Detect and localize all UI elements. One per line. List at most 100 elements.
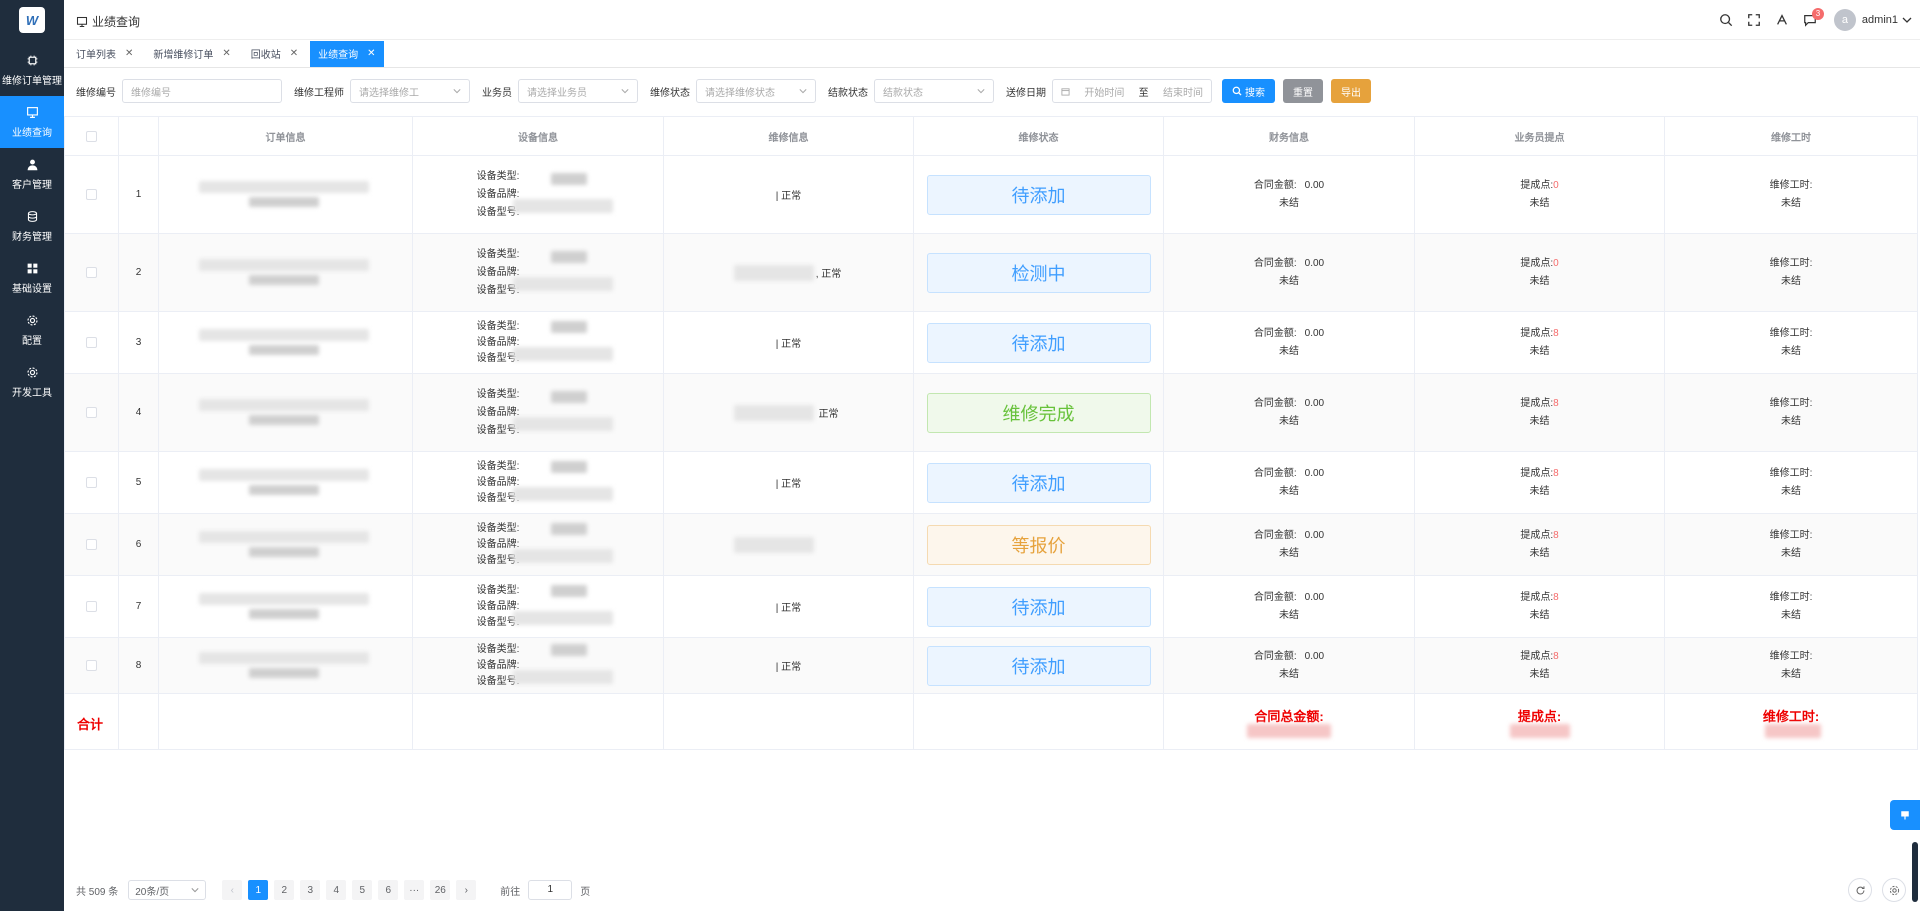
logo-letter: W [25, 12, 39, 28]
page-button[interactable]: 4 [326, 880, 347, 900]
tab-bar: 订单列表 ✕ 新增维修订单 ✕ 回收站 ✕ 业绩查询 ✕ [64, 40, 1920, 68]
repair-hours-cell: 维修工时: 未结 [1665, 452, 1918, 513]
repair-hours-label: 维修工时: [1769, 529, 1813, 541]
app-logo[interactable]: W [19, 7, 45, 33]
settle-status: 未结 [1279, 547, 1299, 559]
order-info-cell [159, 576, 413, 637]
sidebar-item-4[interactable]: 基础设置 [0, 252, 64, 304]
row-checkbox[interactable] [86, 267, 97, 278]
sidebar-item-5[interactable]: 配置 [0, 304, 64, 356]
row-checkbox[interactable] [86, 477, 97, 488]
page-button[interactable]: 26 [430, 880, 451, 900]
engineer-select[interactable]: 请选择维修工 [350, 79, 470, 103]
close-icon[interactable]: ✕ [290, 48, 298, 59]
column-settings-icon[interactable] [1882, 878, 1906, 902]
date-end[interactable]: 结束时间 [1163, 84, 1203, 99]
tab-0[interactable]: 订单列表 ✕ [68, 42, 141, 66]
sidebar-item-1[interactable]: 业绩查询 [0, 96, 64, 148]
scrollbar[interactable] [1912, 842, 1918, 902]
table-row[interactable]: 3 设备类型: 设备品牌: 设备型号: | 正常 待添加 合同金额: 0.00 未结 提成点:8 未… [64, 312, 1918, 374]
close-icon[interactable]: ✕ [367, 48, 375, 59]
row-checkbox[interactable] [86, 337, 97, 348]
date-start[interactable]: 开始时间 [1084, 84, 1124, 99]
table-row[interactable]: 5 设备类型: 设备品牌: 设备型号: | 正常 待添加 合同金额: 0.00 未结 提成点:8 未… [64, 452, 1918, 514]
next-page-button[interactable]: › [456, 880, 477, 900]
sidebar: W 维修订单管理 业绩查询 客户管理 财务管理 基础设置 配置 开发工具 [0, 0, 64, 911]
message-icon[interactable]: 3 [1796, 6, 1824, 34]
contract-amount-label: 合同金额: [1253, 529, 1297, 541]
status-badge: 待添加 [926, 322, 1151, 363]
sidebar-item-3[interactable]: 财务管理 [0, 200, 64, 252]
grid-icon [25, 262, 39, 276]
settings-drawer-button[interactable] [1890, 800, 1920, 830]
table-row[interactable]: 1 设备类型: 设备品牌: 设备型号: | 正常 待添加 合同金额: 0.00 未结 提成点:0 未… [64, 156, 1918, 234]
commission-value: 0 [1553, 179, 1559, 191]
tab-2[interactable]: 回收站 ✕ [243, 42, 306, 66]
avatar[interactable]: a [1833, 9, 1856, 31]
total-row: 合计 合同总金额: 提成点: 维修工时: [64, 694, 1918, 750]
refresh-icon[interactable] [1848, 878, 1872, 902]
username[interactable]: admin1 [1862, 14, 1898, 26]
close-icon[interactable]: ✕ [125, 48, 133, 59]
device-type-label: 设备类型: [476, 320, 520, 332]
goto-page-input[interactable]: 1 [528, 880, 573, 900]
size-icon[interactable] [1768, 6, 1796, 34]
repair-status-cell: 待添加 [914, 576, 1164, 637]
fullscreen-icon[interactable] [1740, 6, 1768, 34]
sidebar-item-6[interactable]: 开发工具 [0, 356, 64, 408]
page-button[interactable]: 1 [248, 880, 269, 900]
prev-page-button[interactable]: ‹ [222, 880, 243, 900]
header-finance-info: 财务信息 [1164, 117, 1415, 155]
row-checkbox[interactable] [86, 189, 97, 200]
page-size-select[interactable]: 20条/页 [128, 880, 207, 900]
repair-status-select[interactable]: 请选择维修状态 [696, 79, 816, 103]
table-row[interactable]: 4 设备类型: 设备品牌: 设备型号: 正常 维修完成 合同金额: 0.00 未结 提成点:8 未结… [64, 374, 1918, 452]
chevron-down-icon[interactable] [1902, 15, 1912, 25]
redacted-order [249, 609, 319, 619]
table-row[interactable]: 2 设备类型: 设备品牌: 设备型号:, 正常 检测中 合同金额: 0.00 未结 提成点:0 未… [64, 234, 1918, 312]
sidebar-item-2[interactable]: 客户管理 [0, 148, 64, 200]
salesman-select[interactable]: 请选择业务员 [518, 79, 638, 103]
table-row[interactable]: 7 设备类型: 设备品牌: 设备型号: | 正常 待添加 合同金额: 0.00 未结 提成点:8 未… [64, 576, 1918, 638]
page-button[interactable]: ··· [404, 880, 425, 900]
tab-3[interactable]: 业绩查询 ✕ [310, 40, 384, 67]
cpu-icon [25, 54, 39, 68]
total-count: 共 509 条 [76, 886, 119, 898]
order-info-cell [159, 234, 413, 311]
commission-value: 8 [1553, 397, 1559, 409]
repair-hours-label: 维修工时: [1769, 397, 1813, 409]
tab-label: 新增维修订单 [153, 50, 214, 61]
settle-status: 未结 [1279, 668, 1299, 680]
tab-1[interactable]: 新增维修订单 ✕ [145, 42, 238, 66]
status-badge: 待添加 [926, 645, 1151, 686]
row-checkbox[interactable] [86, 601, 97, 612]
search-icon [1232, 86, 1242, 96]
search-button[interactable]: 搜索 [1222, 79, 1275, 103]
repair-no-input[interactable]: 维修编号 [122, 79, 282, 103]
page-button[interactable]: 6 [378, 880, 399, 900]
select-all-checkbox[interactable] [86, 130, 97, 142]
commission-label: 提成点: [1520, 327, 1554, 339]
redacted-device [513, 611, 613, 625]
table-row[interactable]: 6 设备类型: 设备品牌: 设备型号: 等报价 合同金额: 0.00 未结 提成点:8 未结 维修工… [64, 514, 1918, 576]
contract-amount-label: 合同金额: [1253, 650, 1297, 662]
page-button[interactable]: 5 [352, 880, 373, 900]
reset-button[interactable]: 重置 [1283, 79, 1323, 103]
total-empty-cell [119, 694, 159, 749]
settle-status-select[interactable]: 结款状态 [874, 79, 994, 103]
row-checkbox[interactable] [86, 660, 97, 671]
table-row[interactable]: 8 设备类型: 设备品牌: 设备型号: | 正常 待添加 合同金额: 0.00 未结 提成点:8 未… [64, 638, 1918, 694]
search-icon[interactable] [1712, 6, 1740, 34]
page-button[interactable]: 2 [274, 880, 295, 900]
close-icon[interactable]: ✕ [222, 48, 230, 59]
row-checkbox[interactable] [86, 407, 97, 418]
date-range-picker[interactable]: 开始时间 至 结束时间 [1052, 79, 1212, 103]
page-button[interactable]: 3 [300, 880, 321, 900]
commission-label: 提成点: [1520, 467, 1554, 479]
row-checkbox[interactable] [86, 539, 97, 550]
export-button[interactable]: 导出 [1331, 79, 1371, 103]
monitor-icon [76, 16, 88, 27]
contract-amount: 0.00 [1304, 257, 1325, 269]
sidebar-item-0[interactable]: 维修订单管理 [0, 44, 64, 96]
repair-hours-cell: 维修工时: 未结 [1665, 234, 1918, 311]
